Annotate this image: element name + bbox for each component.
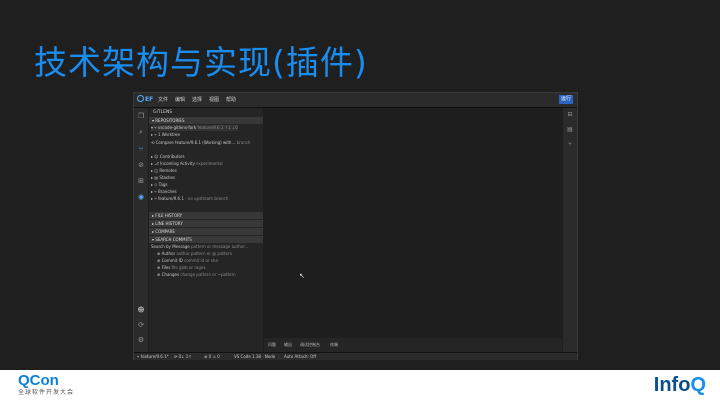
search-changes-text: ⊕ Changes xyxy=(157,272,180,277)
branches-row-text: ▸ ⑂ Branches xyxy=(151,189,177,194)
section-compare[interactable]: ▸ COMPARE xyxy=(149,228,263,235)
menu-bar: EF 文件 编辑 选择 视图 帮助 运行 xyxy=(134,93,577,108)
account-icon[interactable]: ☻ xyxy=(137,306,145,314)
status-bar: ⑂ feature/9.6.1* ⟳ 0↓ 1↑ ⊗ 0 ⚠ 0 VS Code… xyxy=(134,352,577,360)
search-icon[interactable]: ⌕ xyxy=(137,128,145,136)
gitlens-icon[interactable]: ◉ xyxy=(137,193,145,201)
menu-view[interactable]: 视图 xyxy=(209,96,219,103)
git-icon[interactable]: ⑂ xyxy=(137,145,145,153)
compare-row-detail: branch xyxy=(236,140,251,145)
section-file-history[interactable]: ▸ FILE HISTORY xyxy=(149,212,263,219)
compare-row[interactable]: ⟲ Compare feature/9.6.1 (Working) with..… xyxy=(151,140,250,146)
search-commit-text: ⊕ Commit ID xyxy=(157,258,183,263)
incoming-row-detail: experimental xyxy=(194,161,223,166)
menu-edit[interactable]: 编辑 xyxy=(175,96,185,103)
repo-row-text: ▾ ⑂ vscode-gitlens-fork xyxy=(151,125,197,130)
tab-problems[interactable]: 问题 xyxy=(268,342,276,348)
search-changes-detail: change pattern or ~pattern xyxy=(179,272,236,277)
section-repositories[interactable]: ▾ REPOSITORIES xyxy=(149,117,263,124)
tab-terminal[interactable]: 终端 xyxy=(330,342,338,348)
menu-help[interactable]: 帮助 xyxy=(226,96,236,103)
extensions-icon[interactable]: ⊞ xyxy=(137,177,145,185)
slide-title: 技术架构与实现(插件) xyxy=(34,43,368,82)
infoq-logo: InfoQ xyxy=(654,374,706,397)
tab-output[interactable]: 输出 xyxy=(284,342,292,348)
section-line-history[interactable]: ▸ LINE HISTORY xyxy=(149,220,263,227)
stashes-row-text: ▸ ▤ Stashes xyxy=(151,175,176,180)
editor-area[interactable] xyxy=(264,108,562,338)
branch-row-detail: · no upstream branch xyxy=(183,196,229,201)
activity-bar: ❐ ⌕ ⑂ ⊘ ⊞ ◉ ☻ ⟳ ⚙ xyxy=(134,108,148,352)
panel-tabs: 问题 输出 调试控制台 终端 xyxy=(264,338,562,352)
incoming-row-text: ▸ ⎇ Incoming Activity xyxy=(151,161,195,166)
debug-icon[interactable]: ⊘ xyxy=(137,161,145,169)
menu-selection[interactable]: 选择 xyxy=(192,96,202,103)
qcon-logo: QCon 全球软件开发大会 xyxy=(18,373,74,397)
run-button[interactable]: 运行 xyxy=(559,95,573,104)
sync-icon[interactable]: ⟳ xyxy=(137,321,145,329)
status-sync[interactable]: ⟳ 0↓ 1↑ xyxy=(174,354,192,359)
compare-row-text: ⟲ Compare feature/9.6.1 (Working) with..… xyxy=(151,140,237,145)
branch-row-text: ▸ ⑂ feature/9.6.1 xyxy=(151,196,184,201)
repo-row-detail: feature/9.6.1 ↑1 ↓0 xyxy=(196,125,238,130)
search-author-detail: author pattern or @ pattern xyxy=(175,251,233,256)
tab-debug-console[interactable]: 调试控制台 xyxy=(300,342,320,348)
search-author-row[interactable]: ⊕ Author author pattern or @ pattern xyxy=(157,251,232,257)
search-message-row[interactable]: Search by Message pattern or message aut… xyxy=(151,244,248,250)
branch-row[interactable]: ▸ ⑂ feature/9.6.1 · no upstream branch xyxy=(151,196,228,202)
infoq-q: Q xyxy=(690,374,706,396)
repo-row[interactable]: ▾ ⑂ vscode-gitlens-fork feature/9.6.1 ↑1… xyxy=(151,125,238,131)
search-files-detail: file glob or regex xyxy=(170,265,206,270)
incoming-row[interactable]: ▸ ⎇ Incoming Activity experimental xyxy=(151,161,223,167)
status-auto-attach[interactable]: Auto Attach: Off xyxy=(284,354,316,359)
app-logo: EF xyxy=(137,95,153,103)
status-errors[interactable]: ⊗ 0 ⚠ 0 xyxy=(204,354,220,359)
preview-icon[interactable]: ▤ xyxy=(566,126,574,134)
logo-ring-icon xyxy=(137,95,144,102)
remotes-row-text: ▸ ◫ Remotes xyxy=(151,168,177,173)
qcon-subtitle: 全球软件开发大会 xyxy=(18,389,75,396)
search-commit-row[interactable]: ⊕ Commit ID commit id or sha xyxy=(157,258,218,264)
search-files-text: ⊕ Files xyxy=(157,265,171,270)
slide-footer xyxy=(0,370,720,405)
menu-file[interactable]: 文件 xyxy=(158,96,168,103)
status-ide: VS Code 1.38 · Node xyxy=(234,354,276,359)
remotes-row[interactable]: ▸ ◫ Remotes xyxy=(151,168,177,174)
stashes-row[interactable]: ▸ ▤ Stashes xyxy=(151,175,175,181)
mouse-cursor-icon: ↖ xyxy=(299,272,305,280)
section-search-commits[interactable]: ▾ SEARCH COMMITS xyxy=(149,236,263,243)
tags-row[interactable]: ▸ ◇ Tags xyxy=(151,182,167,188)
branches-row[interactable]: ▸ ⑂ Branches xyxy=(151,189,177,195)
contributors-row-text: ▸ ☺ Contributors xyxy=(151,154,185,159)
app-logo-text: EF xyxy=(145,96,154,103)
right-toolbar: ⊟ ▤ ⑂ xyxy=(563,108,577,352)
worktree-row-text: ▸ ⑂ 1 Worktree xyxy=(151,132,180,137)
infoq-info: Info xyxy=(653,374,691,396)
search-changes-row[interactable]: ⊕ Changes change pattern or ~pattern xyxy=(157,272,236,278)
sidebar-title: GITLENS xyxy=(153,110,173,115)
search-message-detail: pattern or message author... xyxy=(189,244,249,249)
search-author-text: ⊕ Author xyxy=(157,251,176,256)
ide-window: EF 文件 编辑 选择 视图 帮助 运行 ❐ ⌕ ⑂ ⊘ ⊞ ◉ ☻ ⟳ ⚙ G… xyxy=(133,92,578,360)
explorer-icon[interactable]: ❐ xyxy=(137,112,145,120)
search-message-text: Search by Message xyxy=(151,244,190,249)
search-commit-detail: commit id or sha xyxy=(182,258,218,263)
gitlens-sidebar: GITLENS ▾ REPOSITORIES ▾ ⑂ vscode-gitlen… xyxy=(149,108,263,352)
search-files-row[interactable]: ⊕ Files file glob or regex xyxy=(157,265,206,271)
branch-icon[interactable]: ⑂ xyxy=(566,141,574,149)
tags-row-text: ▸ ◇ Tags xyxy=(151,182,168,187)
split-icon[interactable]: ⊟ xyxy=(566,111,574,119)
worktree-row[interactable]: ▸ ⑂ 1 Worktree xyxy=(151,132,180,138)
slide: 技术架构与实现(插件) EF 文件 编辑 选择 视图 帮助 运行 ❐ ⌕ ⑂ ⊘… xyxy=(0,0,720,405)
status-branch[interactable]: ⑂ feature/9.6.1* xyxy=(137,354,169,359)
settings-icon[interactable]: ⚙ xyxy=(137,336,145,344)
qcon-name: QCon xyxy=(18,372,59,389)
contributors-row[interactable]: ▸ ☺ Contributors xyxy=(151,154,185,160)
